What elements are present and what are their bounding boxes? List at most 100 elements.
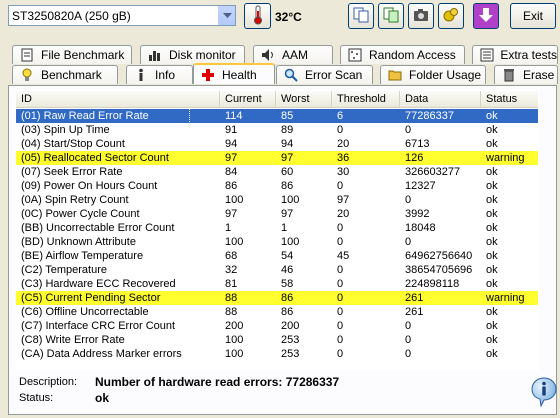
cell-status: warning xyxy=(486,292,525,304)
cell-id: (04) Start/Stop Count xyxy=(21,138,125,150)
table-row[interactable]: (C2) Temperature 32 46 0 38654705696 ok xyxy=(16,263,538,277)
screenshot-button[interactable] xyxy=(408,3,434,29)
table-row[interactable]: (C3) Hardware ECC Recovered 81 58 0 22489811… xyxy=(16,277,538,291)
tab-erase[interactable]: Erase xyxy=(494,65,558,84)
table-header: ID Current Worst Threshold Data Status xyxy=(16,91,538,108)
table-row[interactable]: (07) Seek Error Rate 84 60 30 326603277 ok xyxy=(16,165,538,179)
tab-error-scan[interactable]: Error Scan xyxy=(276,65,373,84)
cell-id: (05) Reallocated Sector Count xyxy=(21,152,169,164)
tab-disk-monitor[interactable]: Disk monitor xyxy=(140,45,245,64)
tab-random-access[interactable]: Random Access xyxy=(340,45,465,64)
tab-benchmark[interactable]: Benchmark xyxy=(12,65,118,84)
chevron-down-icon[interactable] xyxy=(218,6,235,25)
col-threshold-header[interactable]: Threshold xyxy=(332,91,400,108)
copy-image-icon xyxy=(383,7,399,26)
table-row[interactable]: (CA) Data Address Marker errors 100 253 0 0 o… xyxy=(16,347,538,361)
cell-worst: 1 xyxy=(281,222,288,234)
table-row[interactable]: (C6) Offline Uncorrectable 88 86 0 261 ok xyxy=(16,305,538,319)
cell-data: 261 xyxy=(405,306,424,318)
table-row[interactable]: (05) Reallocated Sector Count 97 97 36 126 wa… xyxy=(16,151,538,165)
smart-table[interactable]: ID Current Worst Threshold Data Status (… xyxy=(15,90,539,370)
cell-status: ok xyxy=(486,264,498,276)
table-row[interactable]: (BD) Unknown Attribute 100 100 0 0 ok xyxy=(16,235,538,249)
tab-file-benchmark[interactable]: File Benchmark xyxy=(12,45,132,64)
table-row[interactable]: (09) Power On Hours Count 86 86 0 12327 ok xyxy=(16,179,538,193)
cell-threshold: 0 xyxy=(337,124,344,136)
table-row[interactable]: (BB) Uncorrectable Error Count 1 1 0 18048 ok xyxy=(16,221,538,235)
drive-select[interactable]: ST3250820A (250 gB) xyxy=(8,5,236,26)
cell-worst: 97 xyxy=(281,208,294,220)
cell-worst: 97 xyxy=(281,152,294,164)
cell-threshold: 0 xyxy=(337,334,344,346)
table-row[interactable]: (C8) Write Error Rate 100 253 0 0 ok xyxy=(16,333,538,347)
cell-worst: 253 xyxy=(281,348,300,360)
table-row[interactable]: (0A) Spin Retry Count 100 100 97 0 ok xyxy=(16,193,538,207)
cell-current: 68 xyxy=(225,250,238,262)
cell-current: 1 xyxy=(225,222,232,234)
copy-image-button[interactable] xyxy=(378,3,404,29)
drive-select-value: ST3250820A (250 gB) xyxy=(12,8,131,23)
table-row[interactable]: (0C) Power Cycle Count 97 97 20 3992 ok xyxy=(16,207,538,221)
cell-threshold: 0 xyxy=(337,264,344,276)
file-icon xyxy=(19,48,35,62)
cell-worst: 94 xyxy=(281,138,294,150)
cell-status: ok xyxy=(486,334,498,346)
options-button[interactable] xyxy=(438,3,464,29)
cell-id: (C6) Offline Uncorrectable xyxy=(21,306,149,318)
download-button[interactable] xyxy=(473,3,499,29)
cell-id: (C5) Current Pending Sector xyxy=(21,292,161,304)
cell-data: 77286337 xyxy=(405,110,454,122)
cell-status: ok xyxy=(486,138,498,150)
table-row[interactable]: (C5) Current Pending Sector 88 86 0 261 warni… xyxy=(16,291,538,305)
table-row[interactable]: (01) Raw Read Error Rate 114 85 6 77286337 ok xyxy=(16,108,538,124)
table-row[interactable]: (04) Start/Stop Count 94 94 20 6713 ok xyxy=(16,137,538,151)
tab-health[interactable]: Health xyxy=(193,63,275,84)
cell-status: ok xyxy=(486,124,498,136)
info-button[interactable] xyxy=(529,375,559,411)
info-bubble-icon xyxy=(531,376,557,410)
cell-data: 0 xyxy=(405,194,412,206)
cell-status: ok xyxy=(486,222,498,234)
tab-aam[interactable]: AAM xyxy=(253,45,333,64)
cell-worst: 253 xyxy=(281,334,300,346)
cell-status: ok xyxy=(486,166,498,178)
cell-status: ok xyxy=(486,180,498,192)
copy-text-button[interactable] xyxy=(348,3,374,29)
cell-id: (CA) Data Address Marker errors xyxy=(21,348,182,360)
cell-id: (C8) Write Error Rate xyxy=(21,334,125,346)
col-data-header[interactable]: Data xyxy=(400,91,481,108)
extra-tests-icon xyxy=(479,48,494,62)
cell-worst: 86 xyxy=(281,306,294,318)
cell-id: (03) Spin Up Time xyxy=(21,124,110,136)
copy-icon xyxy=(353,7,369,26)
col-worst-header[interactable]: Worst xyxy=(276,91,332,108)
cell-threshold: 0 xyxy=(337,306,344,318)
lightbulb-icon xyxy=(19,68,35,82)
cell-current: 32 xyxy=(225,264,238,276)
exit-button[interactable]: Exit xyxy=(510,3,556,29)
cell-threshold: 20 xyxy=(337,208,350,220)
table-row[interactable]: (03) Spin Up Time 91 89 0 0 ok xyxy=(16,123,538,137)
cell-worst: 200 xyxy=(281,320,300,332)
cell-data: 38654705696 xyxy=(405,264,473,276)
cell-status: warning xyxy=(486,152,525,164)
tab-extra-tests[interactable]: Extra tests xyxy=(472,45,558,64)
cell-threshold: 0 xyxy=(337,292,344,304)
table-row[interactable]: (BE) Airflow Temperature 68 54 45 6496275664… xyxy=(16,249,538,263)
cell-threshold: 0 xyxy=(337,348,344,360)
col-id-header[interactable]: ID xyxy=(16,91,220,108)
temperature-button[interactable] xyxy=(244,3,271,29)
cell-current: 81 xyxy=(225,278,238,290)
status-label: Status: xyxy=(19,392,54,404)
col-current-header[interactable]: Current xyxy=(220,91,276,108)
table-row[interactable]: (C7) Interface CRC Error Count 200 200 0 0 ok xyxy=(16,319,538,333)
col-status-header[interactable]: Status xyxy=(481,91,538,108)
cell-data: 64962756640 xyxy=(405,250,473,262)
tab-info[interactable]: Info xyxy=(126,65,193,84)
thermometer-icon xyxy=(252,5,264,28)
cell-threshold: 0 xyxy=(337,222,344,234)
options-icon xyxy=(443,7,459,26)
cell-status: ok xyxy=(486,306,498,318)
tab-folder-usage[interactable]: Folder Usage xyxy=(380,65,486,84)
cell-threshold: 0 xyxy=(337,320,344,332)
